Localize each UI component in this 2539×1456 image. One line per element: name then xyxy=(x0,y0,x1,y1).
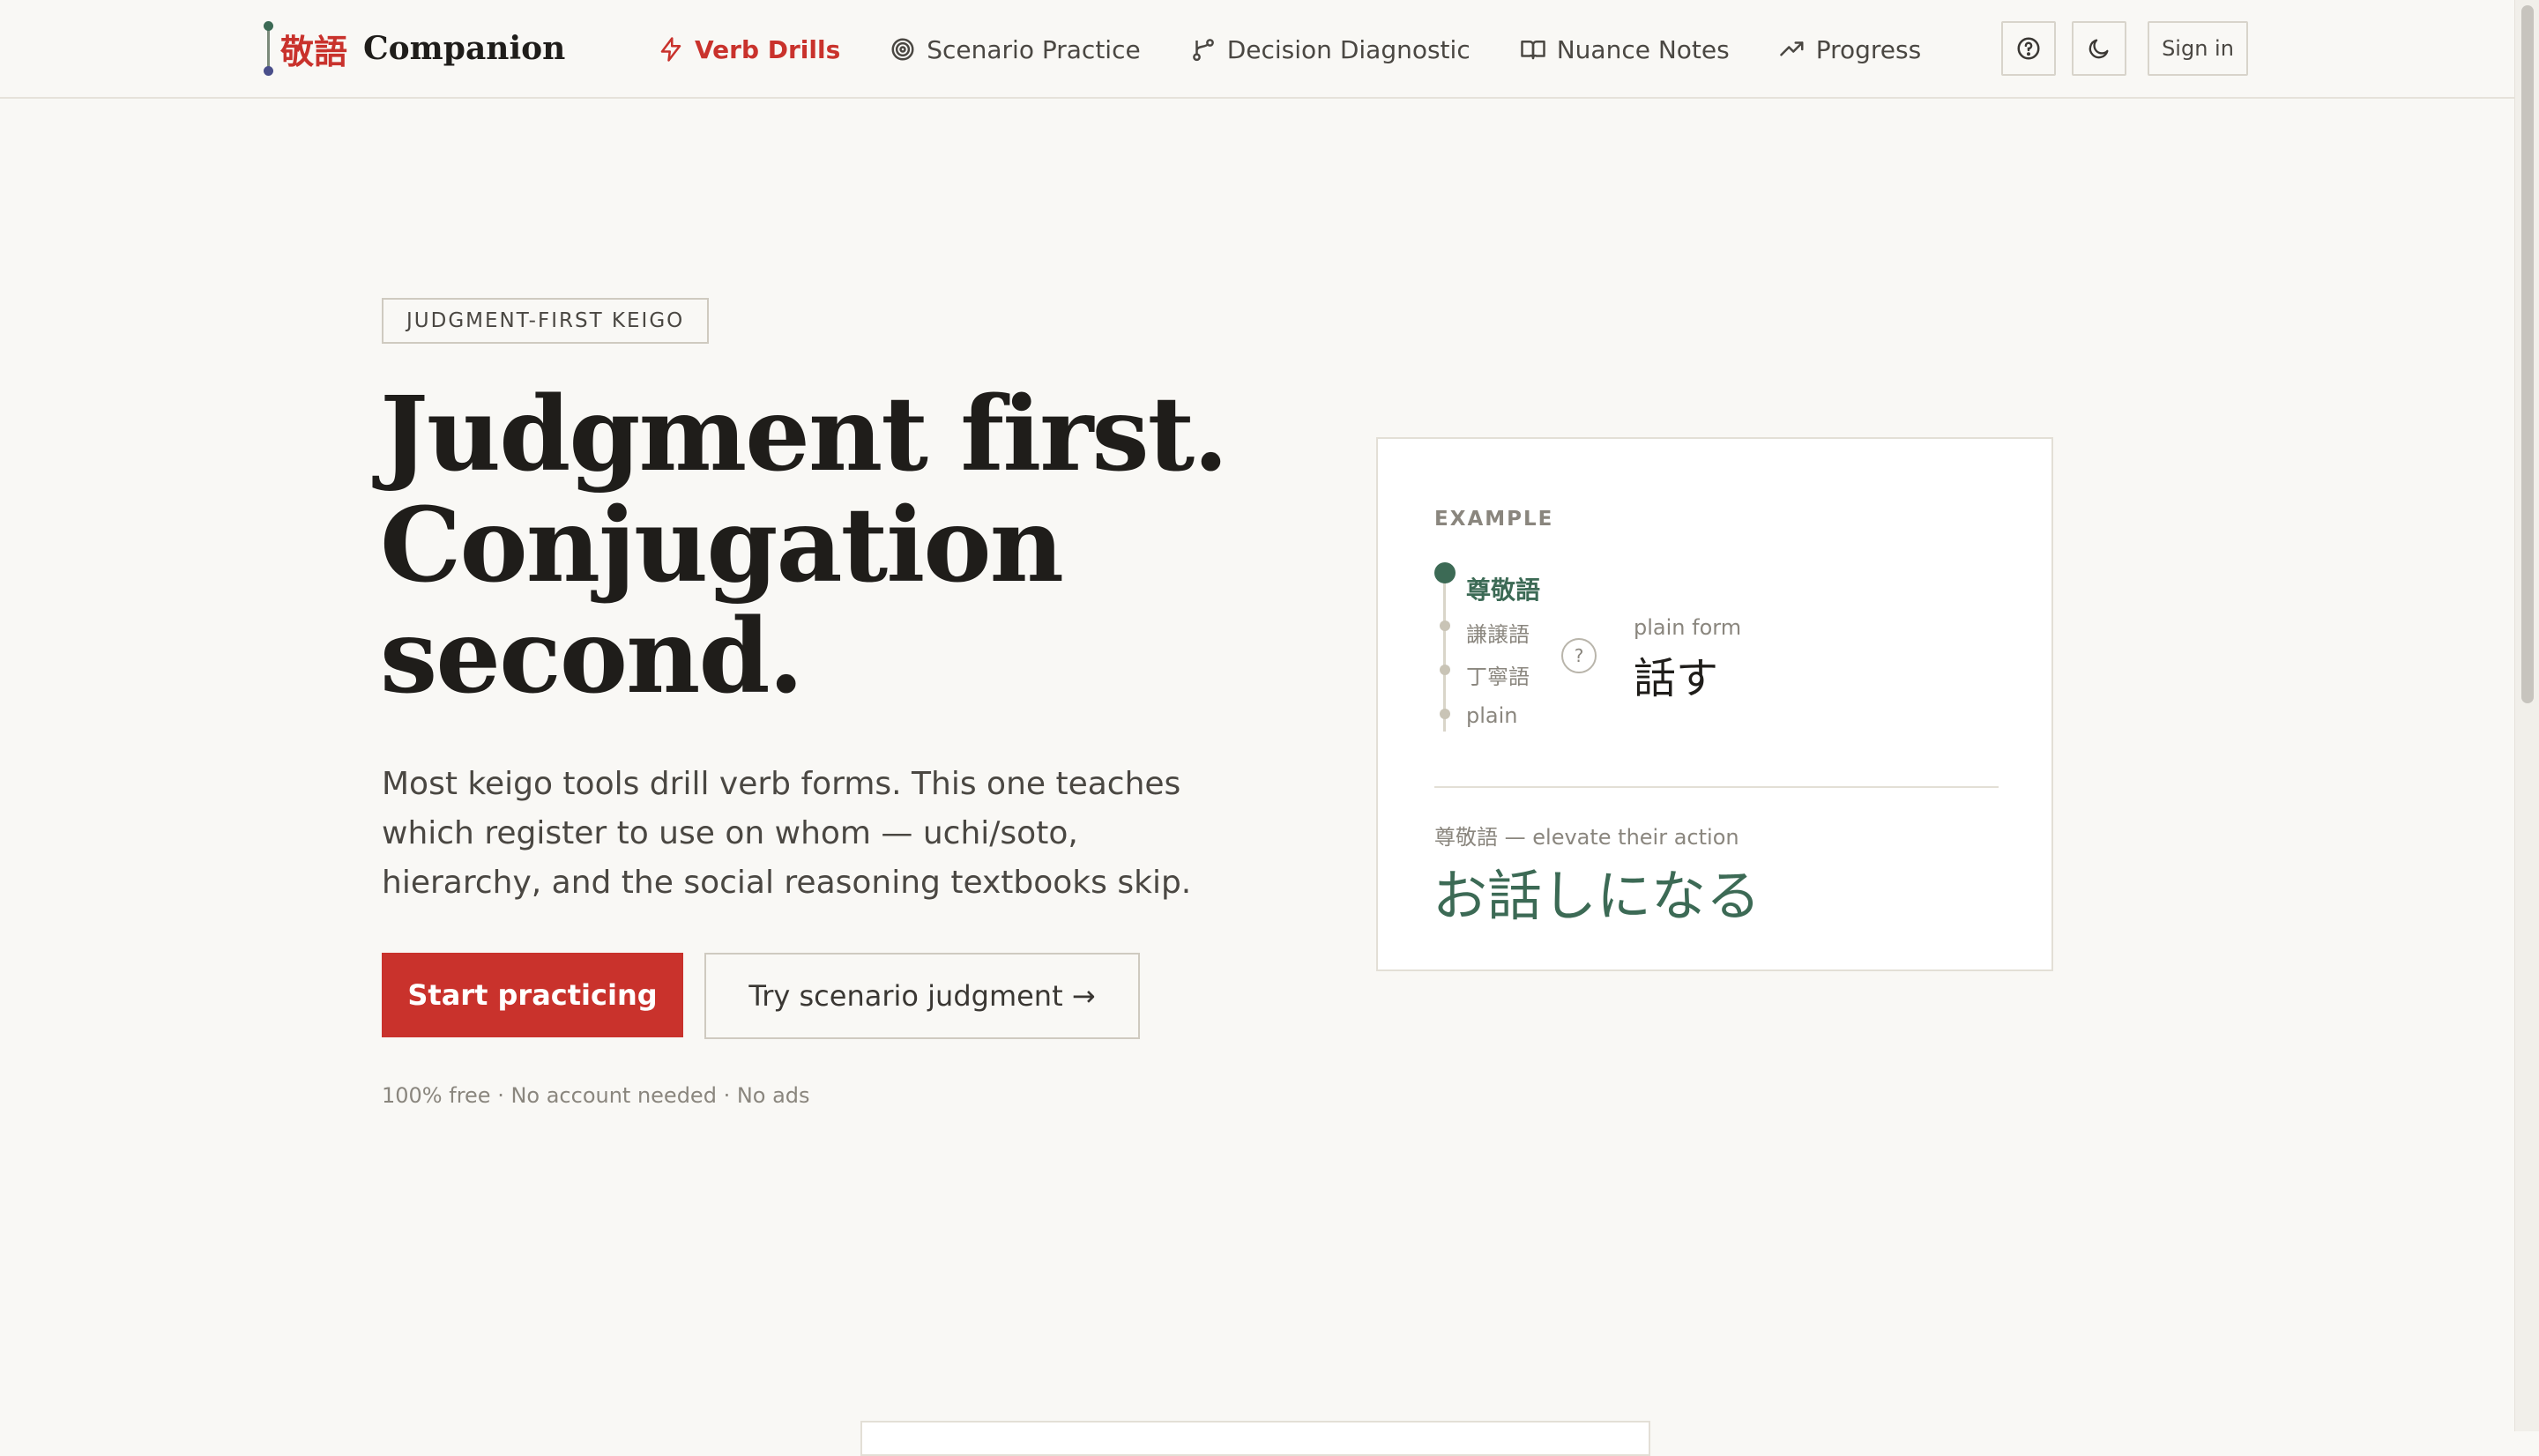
try-scenario-button[interactable]: Try scenario judgment → xyxy=(704,953,1140,1039)
card-label: EXAMPLE xyxy=(1434,508,1554,531)
next-section-card xyxy=(860,1421,1650,1456)
start-practicing-button[interactable]: Start practicing xyxy=(382,953,683,1037)
ladder-node xyxy=(1440,620,1450,631)
level-sonkeigo: 尊敬語 xyxy=(1466,576,1541,605)
bolt-icon xyxy=(660,37,681,62)
main-nav: Verb Drills Scenario Practice Decision D… xyxy=(658,26,1970,72)
brand-logo[interactable]: 敬語 Companion xyxy=(261,18,565,79)
nav-verb-drills[interactable]: Verb Drills xyxy=(658,35,840,64)
ladder-node xyxy=(1440,709,1450,719)
example-card: EXAMPLE 尊敬語 謙譲語 丁寧語 plain ? plain form 話… xyxy=(1376,437,2053,971)
nav-label: Decision Diagnostic xyxy=(1226,34,1471,64)
sign-in-button[interactable]: Sign in xyxy=(2148,21,2248,76)
brand-mark-icon xyxy=(261,19,277,78)
cta-row: Start practicing Try scenario judgment → xyxy=(382,953,1140,1039)
brand-kanji: 敬語 xyxy=(280,31,348,71)
nav-decision-diagnostic[interactable]: Decision Diagnostic xyxy=(1190,35,1471,64)
branch-icon xyxy=(1192,39,1214,62)
eyebrow-badge: JUDGMENT-FIRST KEIGO xyxy=(382,298,710,344)
ladder-rail xyxy=(1443,573,1446,732)
theme-toggle-button[interactable] xyxy=(2072,21,2126,76)
trend-up-icon xyxy=(1779,41,1804,56)
result-label: 尊敬語 — elevate their action xyxy=(1434,825,1739,850)
result-value: お話しになる xyxy=(1433,864,1761,928)
page-scrollbar[interactable] xyxy=(2514,0,2539,1431)
scrollbar-thumb[interactable] xyxy=(2521,5,2534,703)
nav-scenario-practice[interactable]: Scenario Practice xyxy=(890,34,1141,64)
hero-subtitle: Most keigo tools drill verb forms. This … xyxy=(382,766,1192,901)
book-icon xyxy=(1520,41,1545,60)
help-circle-icon xyxy=(2017,37,2040,60)
hero-title: Judgment first. Conjugation second. xyxy=(380,379,1262,712)
nav-progress[interactable]: Progress xyxy=(1779,34,1922,64)
fine-print: 100% free · No account needed · No ads xyxy=(382,1083,810,1108)
level-plain: plain xyxy=(1466,703,1518,728)
level-teineigo: 丁寧語 xyxy=(1466,665,1530,689)
nav-label: Nuance Notes xyxy=(1556,34,1730,64)
moon-icon xyxy=(2089,39,2109,59)
level-kenjougo: 謙譲語 xyxy=(1466,622,1530,647)
brand-name: Companion xyxy=(363,30,566,67)
nav-label: Verb Drills xyxy=(695,34,841,64)
hero-title-line: Conjugation xyxy=(380,486,1064,605)
ladder-node-active xyxy=(1434,562,1456,583)
hero-title-line: second. xyxy=(380,597,804,717)
plain-form-value: 話す xyxy=(1634,654,1719,703)
ladder-node xyxy=(1440,665,1450,675)
header-tools: Sign in xyxy=(2001,21,2248,76)
nav-label: Progress xyxy=(1815,34,1922,64)
top-nav-bar: 敬語 Companion Verb Drills Scenario Practi… xyxy=(0,0,2514,99)
question-icon: ? xyxy=(1561,638,1597,673)
plain-form-label: plain form xyxy=(1634,615,1742,640)
nav-nuance-notes[interactable]: Nuance Notes xyxy=(1520,35,1730,64)
hero-title-line: Judgment first. xyxy=(380,375,1229,494)
help-button[interactable] xyxy=(2001,21,2056,76)
nav-label: Scenario Practice xyxy=(927,34,1141,64)
target-icon xyxy=(891,38,914,61)
card-divider xyxy=(1434,786,1999,788)
